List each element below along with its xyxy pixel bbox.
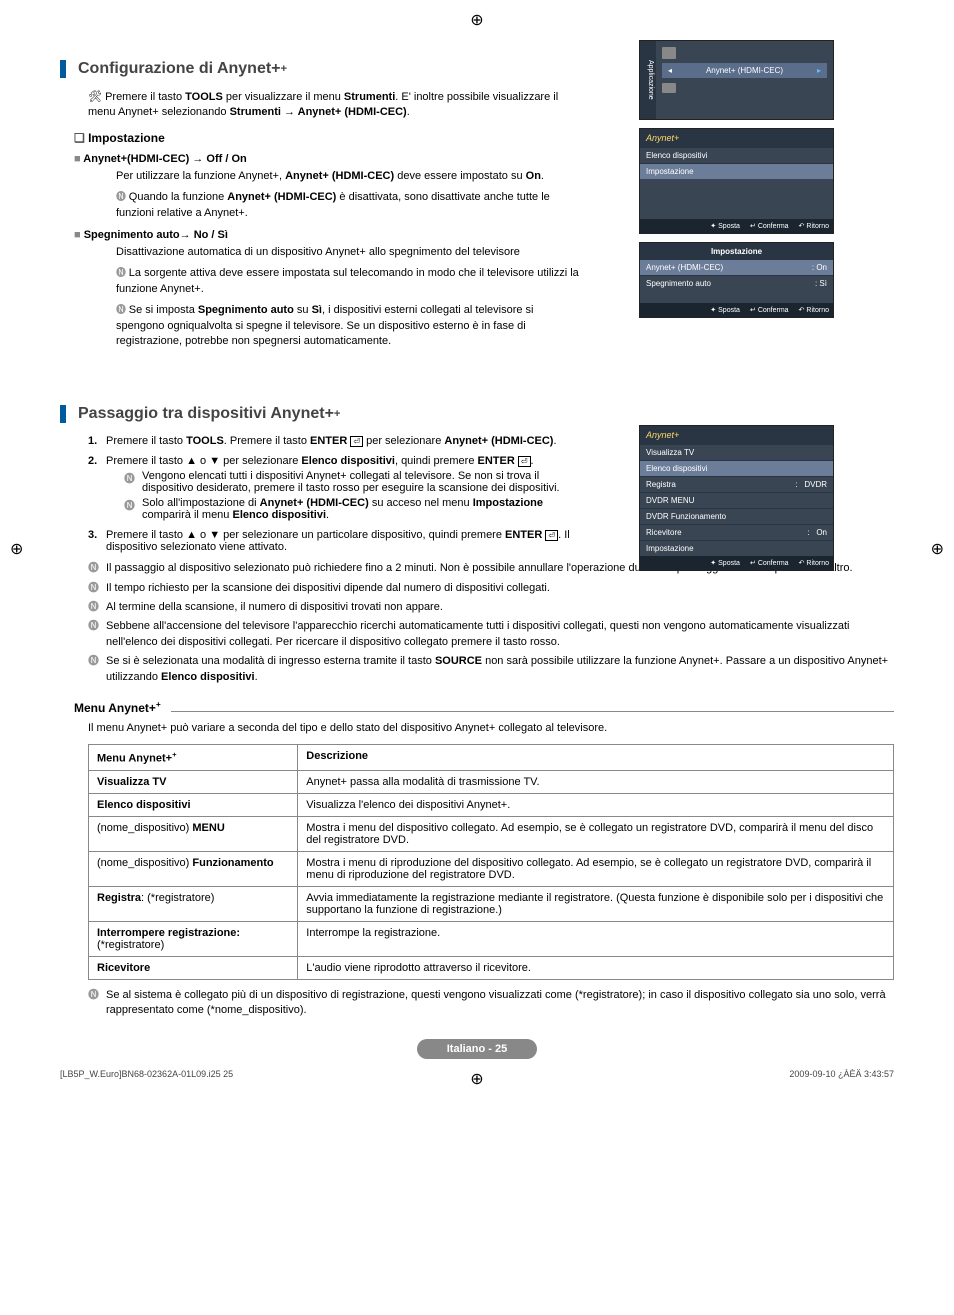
- row1-text: Per utilizzare la funzione Anynet+, Anyn…: [116, 169, 580, 184]
- osd-row-selected: Impostazione: [640, 163, 833, 179]
- table-cell: Avvia immediatamente la registrazione me…: [298, 887, 894, 922]
- footer-right: 2009-09-10 ¿ÀÈÄ 3:43:57: [789, 1069, 894, 1079]
- osd-app-icon-2: [662, 83, 676, 93]
- enter-icon: ⏎: [350, 436, 363, 447]
- osd-row: DVDR MENU: [640, 492, 833, 508]
- table-header: Descrizione: [298, 745, 894, 771]
- osd-title-bar: Impostazione: [640, 243, 833, 259]
- osd-tv-menu: Applicazione ◂Anynet+ (HDMI-CEC)▸: [639, 40, 834, 120]
- section-title-config: Configurazione di Anynet++: [60, 60, 580, 78]
- sub-impostazione: Impostazione: [74, 131, 580, 145]
- osd-impostazione: Impostazione Anynet+ (HDMI-CEC): On Speg…: [639, 242, 834, 318]
- step-3: 3. Premere il tasto ▲ o ▼ per selezionar…: [88, 529, 580, 553]
- footer-left: [LB5P_W.Euro]BN68-02362A-01L09.i25 25: [60, 1069, 233, 1079]
- osd-row: Visualizza TV: [640, 444, 833, 460]
- table-cell: Elenco dispositivi: [89, 794, 298, 817]
- table-cell: Mostra i menu del dispositivo collegato.…: [298, 817, 894, 852]
- table-cell: L'audio viene riprodotto attraverso il r…: [298, 957, 894, 980]
- table-row: RicevitoreL'audio viene riprodotto attra…: [89, 957, 894, 980]
- table-row: Visualizza TVAnynet+ passa alla modalità…: [89, 771, 894, 794]
- note-icon: [116, 304, 129, 316]
- section-title-text: Passaggio tra dispositivi Anynet+: [78, 405, 334, 423]
- option-spegnimento: Spegnimento auto→ No / Sì: [74, 229, 580, 241]
- row2-text: Disattivazione automatica di un disposit…: [116, 245, 580, 260]
- osd-row: Registra: DVDR: [640, 476, 833, 492]
- menu-intro: Il menu Anynet+ può variare a seconda de…: [88, 721, 894, 736]
- enter-icon: ⏎: [545, 530, 558, 541]
- step-2: 2. Premere il tasto ▲ o ▼ per selezionar…: [88, 455, 580, 521]
- osd-header: Anynet+: [640, 426, 833, 444]
- osd-row: Ricevitore: On: [640, 524, 833, 540]
- crop-mark-left: ⊕: [10, 539, 23, 559]
- table-cell: Mostra i menu di riproduzione del dispos…: [298, 852, 894, 887]
- osd-footer: Sposta Conferma Ritorno: [640, 556, 833, 570]
- table-cell: Ricevitore: [89, 957, 298, 980]
- table-cell: Anynet+ passa alla modalità di trasmissi…: [298, 771, 894, 794]
- step2-note2: 🅝 Solo all'impostazione di Anynet+ (HDMI…: [124, 497, 580, 521]
- osd-footer: Sposta Conferma Ritorno: [640, 303, 833, 317]
- crop-mark-right: ⊕: [931, 539, 944, 559]
- enter-icon: ⏎: [518, 456, 531, 467]
- osd-row-selected: Anynet+ (HDMI-CEC): On: [640, 259, 833, 275]
- menu-anynet-heading: Menu Anynet++: [74, 699, 894, 715]
- table-header: Menu Anynet++: [89, 745, 298, 771]
- note-item: 🅝Sebbene all'accensione del televisore l…: [88, 619, 894, 650]
- tools-icon: 🛠: [88, 90, 102, 105]
- row2-note2: Se si imposta Spegnimento auto su Sì, i …: [116, 303, 580, 349]
- table-row: (nome_dispositivo) MENUMostra i menu del…: [89, 817, 894, 852]
- osd-row: Spegnimento auto: Sì: [640, 275, 833, 291]
- osd-header: Anynet+: [640, 129, 833, 147]
- plus-sup: +: [334, 408, 341, 420]
- step-1: 1. Premere il tasto TOOLS. Premere il ta…: [88, 435, 580, 447]
- osd-side-label: Applicazione: [640, 41, 656, 119]
- row2-note1: La sorgente attiva deve essere impostata…: [116, 266, 580, 297]
- table-row: Registra: (*registratore)Avvia immediata…: [89, 887, 894, 922]
- table-row: (nome_dispositivo) FunzionamentoMostra i…: [89, 852, 894, 887]
- table-cell: Interrompe la registrazione.: [298, 922, 894, 957]
- step2-note1: 🅝Vengono elencati tutti i dispositivi An…: [124, 470, 580, 494]
- osd-footer: Sposta Conferma Ritorno: [640, 219, 833, 233]
- table-cell: Visualizza TV: [89, 771, 298, 794]
- osd-row-selected: Elenco dispositivi: [640, 460, 833, 476]
- table-row: Elenco dispositiviVisualizza l'elenco de…: [89, 794, 894, 817]
- plus-sup: +: [281, 63, 288, 75]
- note-item: 🅝Al termine della scansione, il numero d…: [88, 600, 894, 615]
- table-cell: Interrompere registrazione: (*registrato…: [89, 922, 298, 957]
- osd-row: Elenco dispositivi: [640, 147, 833, 163]
- note-item: 🅝Il tempo richiesto per la scansione dei…: [88, 581, 894, 596]
- intro-paragraph: 🛠 Premere il tasto TOOLS per visualizzar…: [88, 90, 580, 121]
- osd-anynet-menu: Anynet+ Elenco dispositivi Impostazione …: [639, 128, 834, 234]
- table-note: 🅝Se al sistema è collegato più di un dis…: [88, 988, 894, 1019]
- section-title-passaggio: Passaggio tra dispositivi Anynet++: [60, 405, 580, 423]
- table-cell: Visualizza l'elenco dei dispositivi Anyn…: [298, 794, 894, 817]
- table-cell: (nome_dispositivo) MENU: [89, 817, 298, 852]
- osd-device-list: Anynet+ Visualizza TV Elenco dispositivi…: [639, 425, 834, 571]
- section-title-text: Configurazione di Anynet+: [78, 60, 281, 78]
- table-cell: (nome_dispositivo) Funzionamento: [89, 852, 298, 887]
- menu-table: Menu Anynet++ Descrizione Visualizza TVA…: [88, 744, 894, 980]
- osd-row: Impostazione: [640, 540, 833, 556]
- note-icon: [116, 191, 129, 203]
- note-item: 🅝 Se si è selezionata una modalità di in…: [88, 654, 894, 685]
- page-number: Italiano - 25: [417, 1039, 537, 1059]
- option-anynet-cec: Anynet+(HDMI-CEC) → Off / On: [74, 153, 580, 165]
- table-cell: Registra: (*registratore): [89, 887, 298, 922]
- table-row: Interrompere registrazione: (*registrato…: [89, 922, 894, 957]
- osd-row: DVDR Funzionamento: [640, 508, 833, 524]
- osd-tv-item: ◂Anynet+ (HDMI-CEC)▸: [662, 63, 827, 78]
- row1-note: Quando la funzione Anynet+ (HDMI-CEC) è …: [116, 190, 580, 221]
- print-footer: [LB5P_W.Euro]BN68-02362A-01L09.i25 25 20…: [60, 1069, 894, 1079]
- osd-app-icon: [662, 47, 676, 59]
- note-icon: [116, 267, 129, 279]
